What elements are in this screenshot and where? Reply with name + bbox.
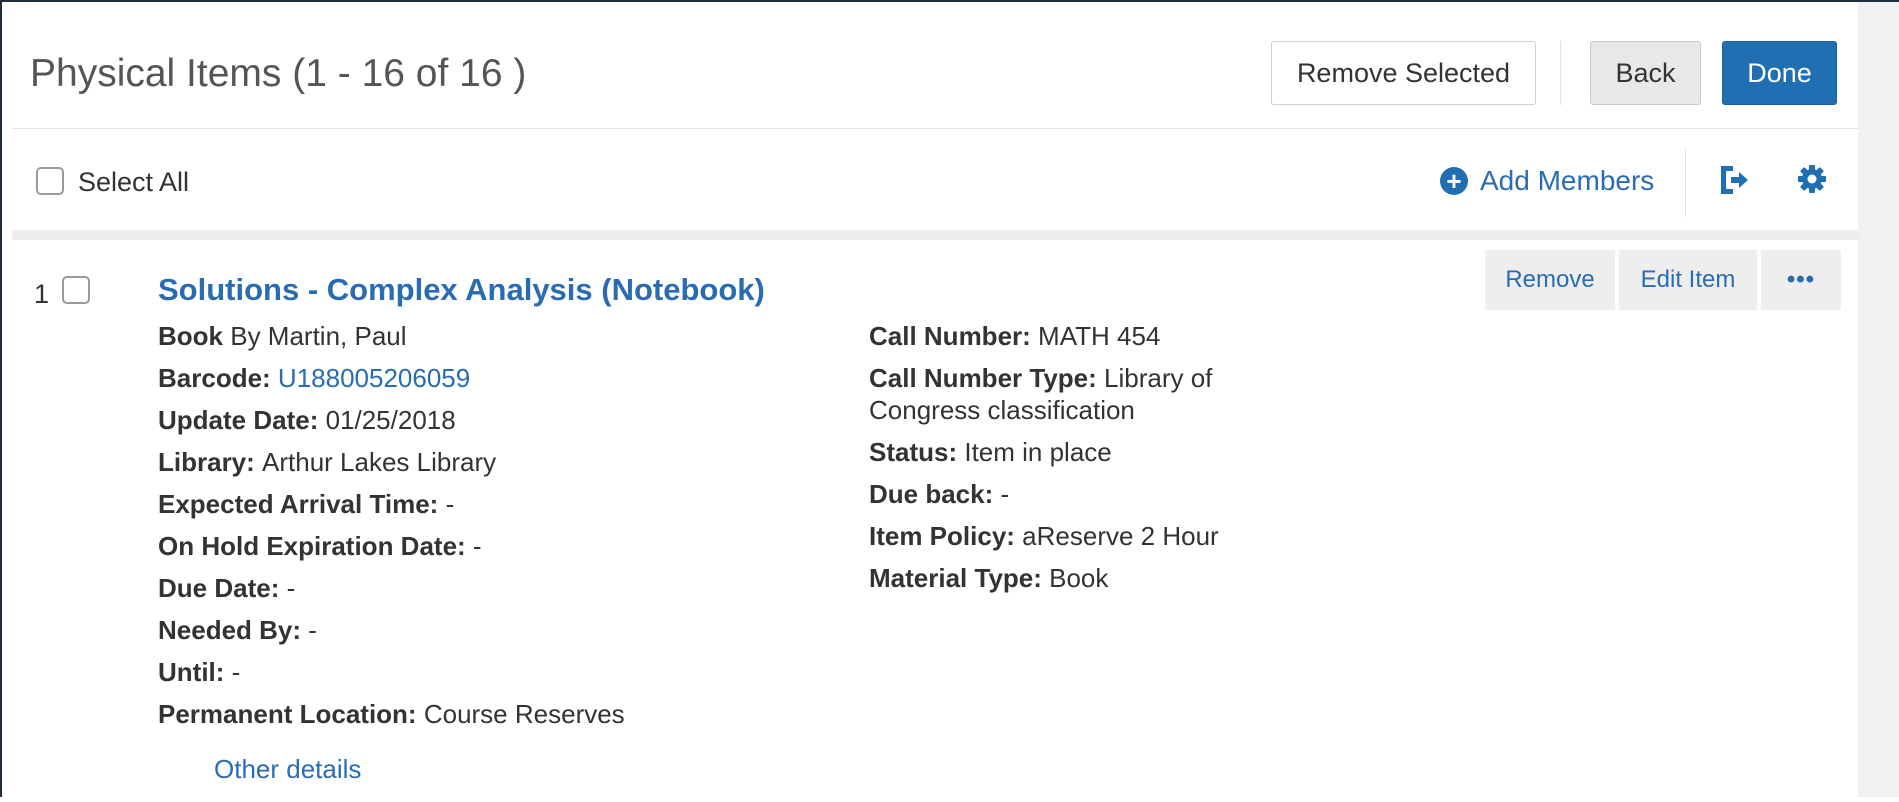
select-all-checkbox[interactable] bbox=[36, 167, 64, 195]
barcode-link[interactable]: U188005206059 bbox=[278, 363, 470, 393]
field-material-type: Material Type: Book bbox=[869, 563, 1109, 593]
item-details-left: Book By Martin, Paul Barcode: U188005206… bbox=[158, 320, 818, 740]
header-divider bbox=[1560, 41, 1561, 105]
field-due-date: Due Date: - bbox=[158, 573, 296, 603]
page-header: Physical Items (1 - 16 of 16 ) Remove Se… bbox=[12, 2, 1858, 129]
row-actions: Remove Edit Item ••• bbox=[1485, 250, 1841, 310]
item-details-right: Call Number: MATH 454 Call Number Type: … bbox=[869, 320, 1289, 604]
field-expected-arrival: Expected Arrival Time: - bbox=[158, 489, 455, 519]
list-item: 1 Solutions - Complex Analysis (Notebook… bbox=[12, 242, 1858, 802]
add-members-label: Add Members bbox=[1480, 165, 1655, 196]
toolbar-divider bbox=[1685, 149, 1686, 217]
field-due-back: Due back: - bbox=[869, 479, 1010, 509]
remove-selected-button[interactable]: Remove Selected bbox=[1271, 41, 1536, 105]
list-toolbar: Select All + Add Members bbox=[12, 129, 1858, 240]
row-number: 1 bbox=[34, 279, 50, 309]
field-update-date: Update Date: 01/25/2018 bbox=[158, 405, 456, 435]
done-button[interactable]: Done bbox=[1722, 41, 1837, 105]
field-status: Status: Item in place bbox=[869, 437, 1112, 467]
more-actions-button[interactable]: ••• bbox=[1761, 250, 1841, 310]
field-needed-by: Needed By: - bbox=[158, 615, 317, 645]
field-until: Until: - bbox=[158, 657, 241, 687]
row-checkbox[interactable] bbox=[62, 276, 90, 304]
remove-item-button[interactable]: Remove bbox=[1485, 250, 1615, 310]
field-call-number-type: Call Number Type: Library of Congress cl… bbox=[869, 363, 1213, 425]
page-title: Physical Items (1 - 16 of 16 ) bbox=[30, 52, 527, 95]
field-library: Library: Arthur Lakes Library bbox=[158, 447, 497, 477]
physical-items-panel: Physical Items (1 - 16 of 16 ) Remove Se… bbox=[12, 2, 1858, 797]
plus-circle-icon: + bbox=[1440, 167, 1468, 195]
field-book: Book By Martin, Paul bbox=[158, 321, 407, 351]
export-icon[interactable] bbox=[1715, 162, 1751, 198]
field-item-policy: Item Policy: aReserve 2 Hour bbox=[869, 521, 1219, 551]
edit-item-button[interactable]: Edit Item bbox=[1619, 250, 1757, 310]
back-button[interactable]: Back bbox=[1590, 41, 1701, 105]
field-on-hold-expiration: On Hold Expiration Date: - bbox=[158, 531, 482, 561]
field-call-number: Call Number: MATH 454 bbox=[869, 321, 1161, 351]
item-title-link[interactable]: Solutions - Complex Analysis (Notebook) bbox=[158, 272, 765, 308]
gear-icon[interactable] bbox=[1796, 163, 1828, 195]
scroll-gutter bbox=[1858, 2, 1899, 797]
field-barcode: Barcode: U188005206059 bbox=[158, 363, 471, 393]
other-details-link[interactable]: Other details bbox=[214, 754, 361, 785]
select-all-label[interactable]: Select All bbox=[78, 167, 189, 198]
field-permanent-location: Permanent Location: Course Reserves bbox=[158, 699, 625, 729]
add-members-button[interactable]: + Add Members bbox=[1440, 165, 1654, 197]
